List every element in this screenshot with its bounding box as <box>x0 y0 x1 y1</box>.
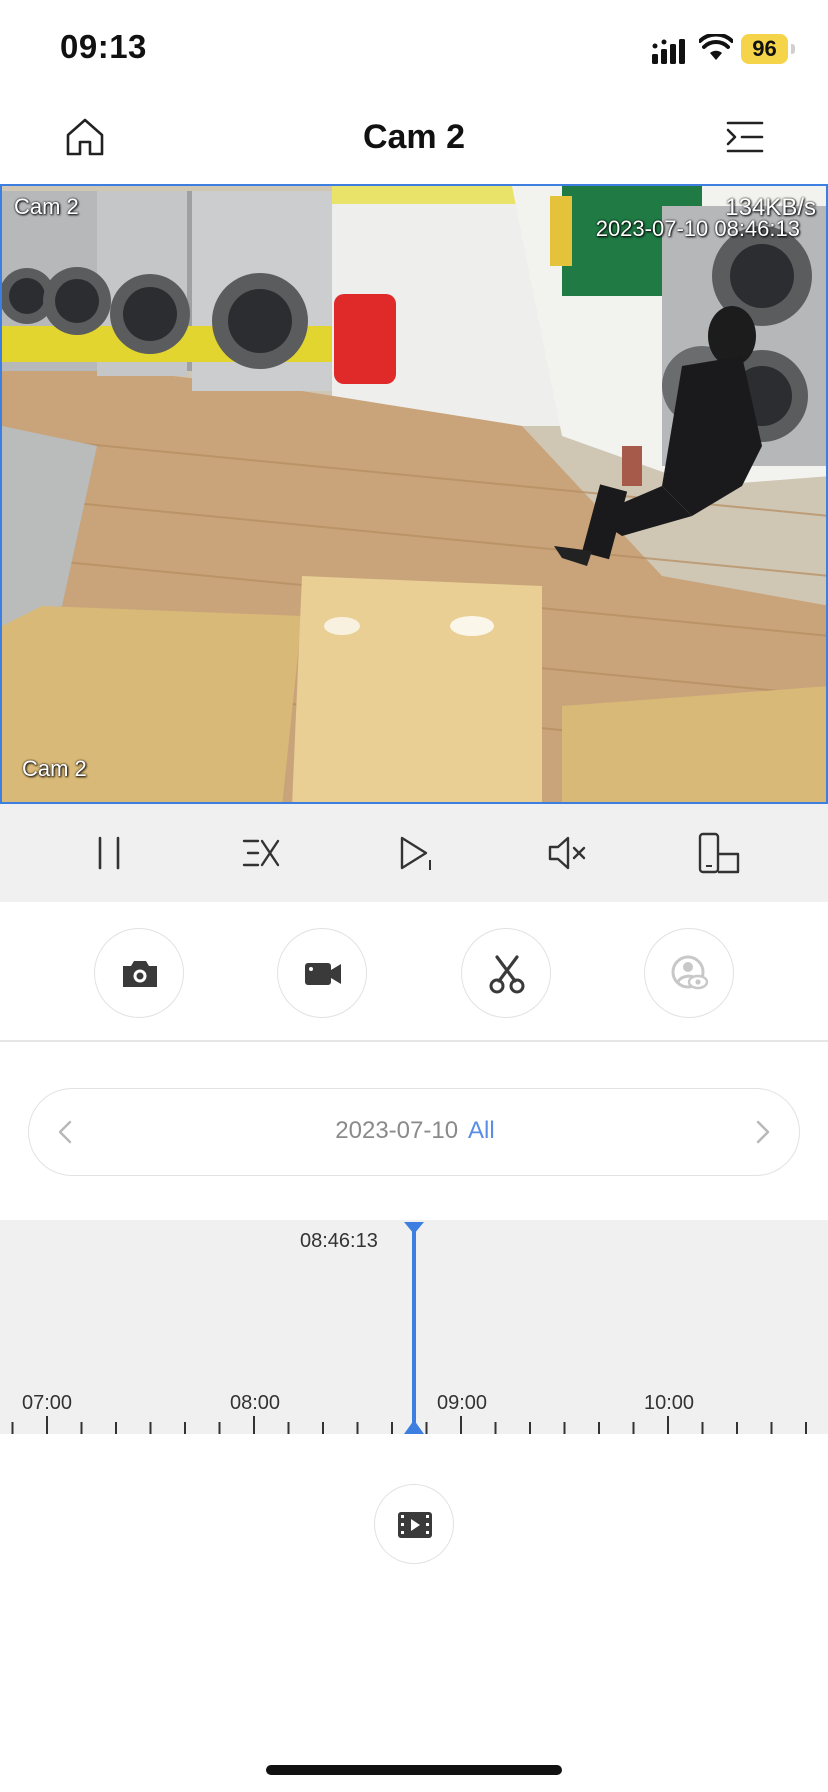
video-channel-label: Cam 2 <box>14 194 79 219</box>
chevron-right-icon[interactable] <box>747 1117 777 1147</box>
timeline-cursor-bottom[interactable] <box>404 1420 424 1434</box>
cellular-signal-icon <box>652 39 685 64</box>
record-video-icon <box>305 963 341 985</box>
battery-tip <box>791 44 795 54</box>
cut-clip-icon <box>489 955 525 994</box>
video-channel-label-bottom: Cam 2 <box>22 756 87 781</box>
page-title: Cam 2 <box>362 118 466 156</box>
privacy-eye-icon <box>671 955 709 990</box>
player-controls-bar <box>0 804 828 902</box>
menu-indent-icon[interactable] <box>724 116 766 158</box>
timeline-current-time: 08:46:13 <box>300 1230 378 1252</box>
recording-list-button[interactable] <box>374 1484 454 1564</box>
wifi-icon <box>699 34 733 60</box>
action-buttons-row <box>0 902 828 1042</box>
cut-clip-button[interactable] <box>461 928 551 1018</box>
home-icon[interactable] <box>62 114 108 160</box>
mute-icon[interactable] <box>544 830 590 876</box>
play-frame-icon[interactable] <box>392 830 438 876</box>
speed-icon[interactable] <box>238 830 284 876</box>
pause-icon[interactable] <box>86 830 132 876</box>
nav-header: Cam 2 <box>0 96 828 186</box>
timeline-label: 10:00 <box>644 1392 695 1414</box>
snapshot-button[interactable] <box>94 928 184 1018</box>
rotate-screen-icon[interactable] <box>696 830 744 876</box>
status-bar: 09:13 96 <box>0 0 828 96</box>
camera-scene-image <box>2 186 826 802</box>
date-selector: 2023-07-10 All <box>28 1088 800 1176</box>
video-timestamp: 2023-07-10 08:46:13 <box>595 216 800 241</box>
status-time: 09:13 <box>60 28 147 65</box>
battery-indicator: 96 <box>741 34 788 64</box>
playback-timeline[interactable]: 08:46:13 07:00 08:00 09:00 10:00 <box>0 1220 828 1434</box>
timeline-label: 07:00 <box>22 1392 73 1414</box>
date-filter-all[interactable]: All <box>468 1117 495 1144</box>
date-display[interactable]: 2023-07-10 All <box>29 1117 801 1145</box>
camera-video-feed[interactable]: Cam 2 134KB/s 2023-07-10 08:46:13 Cam 2 <box>0 184 828 804</box>
snapshot-camera-icon <box>123 961 157 987</box>
privacy-button[interactable] <box>644 928 734 1018</box>
home-indicator <box>266 1765 562 1775</box>
film-clip-icon <box>398 1512 432 1538</box>
timeline-label: 09:00 <box>437 1392 488 1414</box>
date-value: 2023-07-10 <box>335 1117 459 1144</box>
record-button[interactable] <box>277 928 367 1018</box>
timeline-label: 08:00 <box>230 1392 281 1414</box>
